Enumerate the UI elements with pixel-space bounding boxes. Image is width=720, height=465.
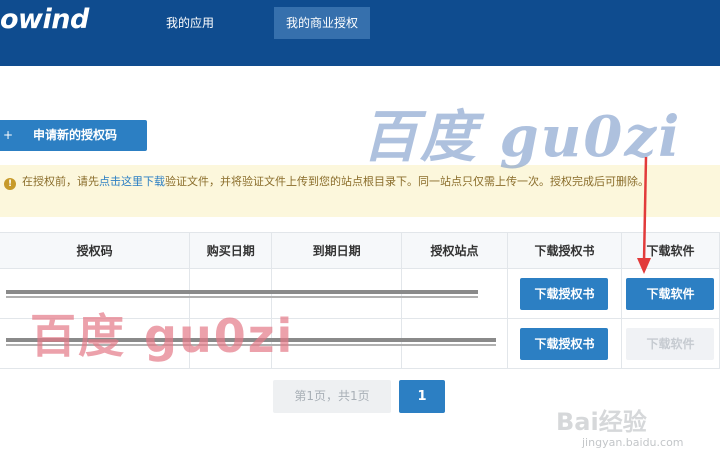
warning-icon: ! [4, 178, 16, 190]
nav-item-commercial-license[interactable]: 我的商业授权 [274, 7, 371, 39]
watermark-top: 百度 gu0zi [362, 104, 682, 170]
download-software-cell: 下载软件 [620, 318, 720, 369]
plus-icon: + [2, 128, 14, 142]
column-header-license-code: 授权码 [0, 232, 191, 269]
download-software-button-disabled: 下载软件 [626, 327, 715, 360]
baidu-jingyan-url: jingyan.baidu.com [582, 436, 684, 449]
redaction-bar [6, 296, 478, 298]
apply-new-license-label: 申请新的授权码 [33, 128, 118, 142]
nav-item-my-apps[interactable]: 我的应用 [154, 7, 226, 39]
download-verify-file-link[interactable]: 点击这里下载 [99, 175, 165, 188]
download-license-button[interactable]: 下载授权书 [520, 327, 609, 360]
download-software-button[interactable]: 下载软件 [626, 277, 715, 310]
column-header-expiry-date: 到期日期 [271, 232, 403, 269]
column-header-purchase-date: 购买日期 [189, 232, 273, 269]
notice-text-after: 验证文件，并将验证文件上传到您的站点根目录下。同一站点只仅需上传一次。授权完成后… [165, 175, 649, 188]
column-header-download-software: 下载软件 [620, 232, 720, 269]
notice-text-before: 在授权前，请先 [22, 175, 99, 188]
download-license-cell: 下载授权书 [507, 318, 622, 369]
watermark-middle: 百度 gu0zi [30, 309, 295, 363]
pagination-page-button[interactable]: 1 [399, 380, 445, 413]
top-navbar: owind 我的应用 我的商业授权 [0, 0, 720, 66]
download-software-cell: 下载软件 [620, 268, 720, 319]
apply-new-license-button[interactable]: + 申请新的授权码 [0, 120, 147, 151]
download-license-cell: 下载授权书 [507, 268, 622, 319]
baidu-jingyan-logo: Bai经验 [556, 408, 647, 436]
column-header-download-license: 下载授权书 [507, 232, 622, 269]
column-header-license-site: 授权站点 [401, 232, 508, 269]
table-header-row: 授权码 购买日期 到期日期 授权站点 下载授权书 下载软件 [0, 232, 720, 269]
brand-logo[interactable]: owind [0, 4, 89, 35]
redaction-bar [6, 290, 478, 294]
download-license-button[interactable]: 下载授权书 [520, 277, 609, 310]
pagination-info: 第1页，共1页 [273, 380, 391, 413]
